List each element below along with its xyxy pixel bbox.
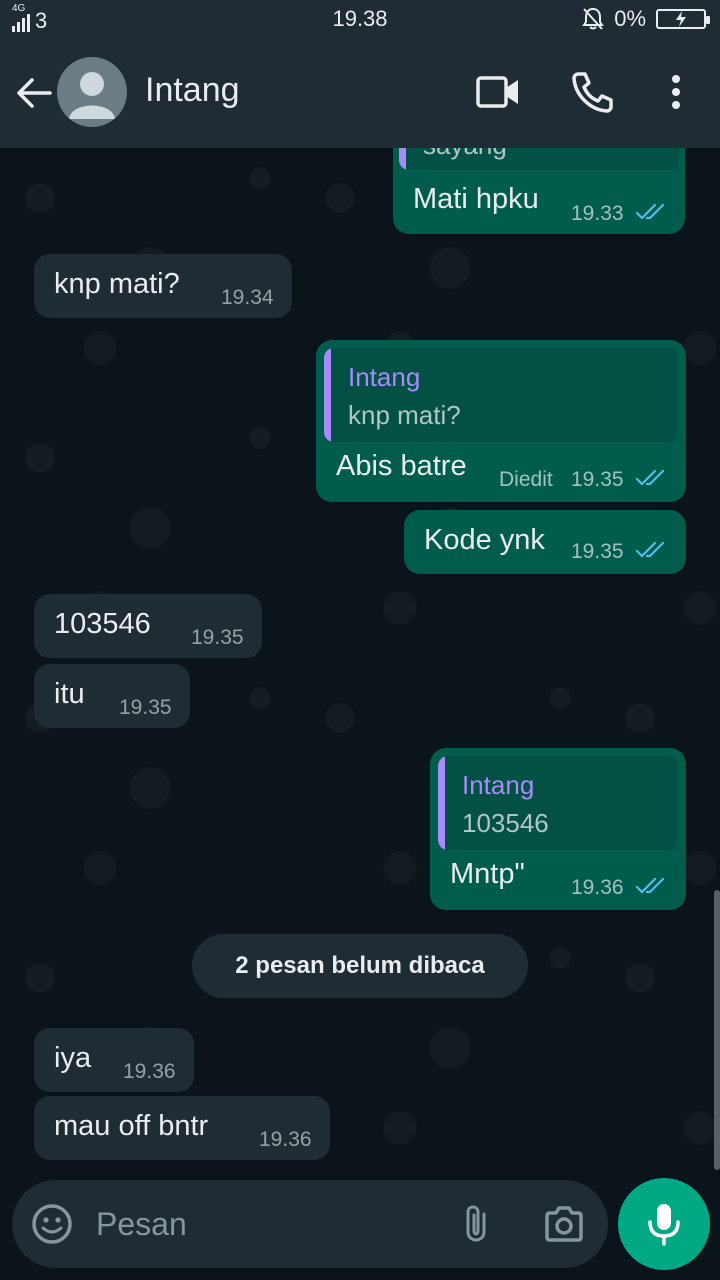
message-text: Mntp" [450, 858, 525, 890]
contact-name[interactable]: Intang [145, 71, 240, 110]
quoted-author: Intang [348, 362, 421, 392]
message-text: Mati hpku [413, 183, 539, 215]
message-time: 19.36 [571, 876, 624, 899]
quoted-text: knp mati? [348, 400, 461, 430]
message-text: 103546 [54, 608, 151, 640]
chat-scrollbar[interactable] [714, 890, 720, 1170]
unread-messages-divider: 2 pesan belum dibaca [192, 934, 528, 998]
voice-record-button[interactable] [618, 1178, 710, 1270]
message-time: 19.35 [571, 540, 624, 563]
edited-label: Diedit [499, 468, 553, 491]
message-composer [12, 1180, 608, 1268]
message-time: 19.35 [191, 626, 244, 649]
quoted-message[interactable]: sayang [399, 148, 679, 170]
back-arrow-icon[interactable] [14, 73, 54, 113]
message-bubble-incoming[interactable]: knp mati? 19.34 [34, 254, 292, 318]
message-time: 19.35 [571, 468, 624, 491]
voice-call-icon[interactable] [568, 68, 616, 116]
message-list[interactable]: sayang Mati hpku 19.33 knp mati? 19.34 I… [0, 148, 720, 1178]
message-bubble-outgoing[interactable]: sayang Mati hpku 19.33 [393, 148, 685, 234]
quoted-author: Intang [462, 770, 535, 800]
quoted-message[interactable]: Intang 103546 [438, 756, 678, 850]
message-time: 19.34 [221, 286, 274, 309]
message-input[interactable] [96, 1198, 436, 1250]
message-bubble-incoming[interactable]: iya 19.36 [34, 1028, 194, 1092]
quoted-text: 103546 [462, 808, 549, 838]
message-time: 19.36 [259, 1128, 312, 1151]
message-text: mau off bntr [54, 1110, 209, 1142]
read-receipt-icon [635, 541, 665, 558]
chat-header: Intang [0, 38, 720, 148]
message-bubble-incoming[interactable]: mau off bntr 19.36 [34, 1096, 330, 1160]
microphone-icon [648, 1204, 680, 1246]
mute-bell-icon [582, 7, 605, 30]
video-call-icon[interactable] [474, 68, 522, 116]
message-bubble-incoming[interactable]: 103546 19.35 [34, 594, 262, 658]
battery-percent: 0% [614, 6, 646, 31]
battery-icon [656, 9, 710, 29]
message-text: iya [54, 1042, 92, 1074]
message-text: Kode ynk [424, 524, 545, 556]
status-bar: 4G 3 19.38 0% [0, 0, 720, 38]
message-text: knp mati? [54, 268, 180, 300]
read-receipt-icon [635, 877, 665, 894]
quoted-text: sayang [423, 148, 507, 161]
avatar[interactable] [57, 57, 127, 127]
message-text: Abis batre [336, 450, 467, 482]
message-bubble-outgoing[interactable]: Intang knp mati? Abis batre Diedit 19.35 [316, 340, 686, 502]
more-options-icon[interactable] [652, 68, 700, 116]
read-receipt-icon [635, 203, 665, 220]
message-time: 19.33 [571, 202, 624, 225]
message-bubble-outgoing[interactable]: Kode ynk 19.35 [404, 510, 686, 574]
quoted-message[interactable]: Intang knp mati? [324, 348, 678, 442]
read-receipt-icon [635, 469, 665, 486]
emoji-icon[interactable] [30, 1202, 74, 1246]
message-time: 19.36 [123, 1060, 176, 1083]
attach-paperclip-icon[interactable] [456, 1202, 500, 1246]
camera-icon[interactable] [542, 1202, 586, 1246]
message-time: 19.35 [119, 696, 172, 719]
message-text: itu [54, 678, 85, 710]
message-bubble-outgoing[interactable]: Intang 103546 Mntp" 19.36 [430, 748, 686, 910]
message-bubble-incoming[interactable]: itu 19.35 [34, 664, 190, 728]
